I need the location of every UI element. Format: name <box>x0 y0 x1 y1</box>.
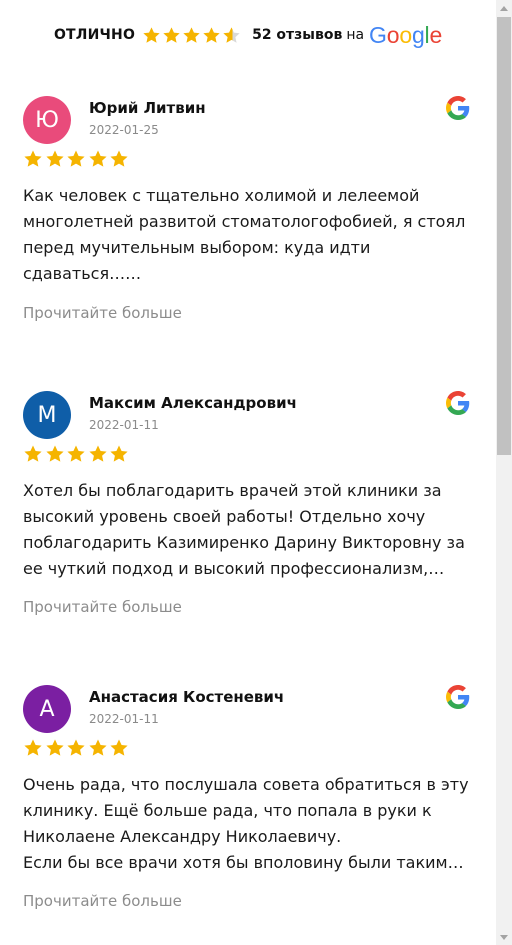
review-date: 2022-01-25 <box>89 123 159 137</box>
scrollbar[interactable] <box>496 0 512 945</box>
star-icon <box>23 444 43 464</box>
summary-stars <box>142 26 242 45</box>
star-icon <box>23 738 43 758</box>
reviewer-name: Анастасия Костеневич <box>89 688 285 706</box>
star-icon <box>88 149 108 169</box>
scroll-up-arrow-icon[interactable] <box>496 0 512 16</box>
star-icon <box>182 26 201 45</box>
review-text-paragraph: Как человек с тщательно холимой и лелеем… <box>23 186 466 283</box>
google-icon <box>446 391 470 415</box>
google-icon <box>446 96 470 120</box>
avatar: М <box>23 391 71 439</box>
google-icon <box>446 685 470 709</box>
review-date: 2022-01-11 <box>89 712 159 726</box>
review-stars <box>23 444 131 464</box>
rating-word: ОТЛИЧНО <box>53 27 136 43</box>
star-icon <box>66 149 86 169</box>
avatar: А <box>23 685 71 733</box>
star-icon <box>66 444 86 464</box>
star-icon <box>88 738 108 758</box>
star-icon <box>202 26 221 45</box>
review-text-paragraph: Хотел бы поблагодарить врачей этой клини… <box>23 481 465 578</box>
review-text-paragraph: Очень рада, что послушала совета обратит… <box>23 775 469 846</box>
reviewer-name: Юрий Литвин <box>89 99 206 117</box>
scrollbar-thumb[interactable] <box>497 17 511 455</box>
review-text: Очень рада, что послушала совета обратит… <box>23 772 473 876</box>
on-word: на <box>346 27 365 43</box>
star-icon <box>162 26 181 45</box>
review-stars <box>23 738 131 758</box>
star-icon <box>45 738 65 758</box>
read-more-link[interactable]: Прочитайте больше <box>23 598 182 616</box>
avatar: Ю <box>23 96 71 144</box>
read-more-link[interactable]: Прочитайте больше <box>23 304 182 322</box>
star-icon <box>109 738 129 758</box>
star-icon <box>45 149 65 169</box>
reviewer-name: Максим Александрович <box>89 394 297 412</box>
review-text: Хотел бы поблагодарить врачей этой клини… <box>23 478 473 582</box>
star-half-icon <box>222 26 241 45</box>
review-count: 52 отзывов <box>252 27 343 43</box>
star-icon <box>142 26 161 45</box>
star-icon <box>23 149 43 169</box>
google-logo: Google <box>369 21 443 48</box>
star-icon <box>109 149 129 169</box>
star-icon <box>45 444 65 464</box>
rating-summary: ОТЛИЧНО 52 отзывов на Google <box>0 18 496 52</box>
star-icon <box>66 738 86 758</box>
review-text: Как человек с тщательно холимой и лелеем… <box>23 183 473 287</box>
read-more-link[interactable]: Прочитайте больше <box>23 892 182 910</box>
star-icon <box>88 444 108 464</box>
scroll-down-arrow-icon[interactable] <box>496 929 512 945</box>
review-date: 2022-01-11 <box>89 418 159 432</box>
star-icon <box>109 444 129 464</box>
review-stars <box>23 149 131 169</box>
review-text-paragraph: Если бы все врачи хотя бы вполовину были… <box>23 853 464 872</box>
